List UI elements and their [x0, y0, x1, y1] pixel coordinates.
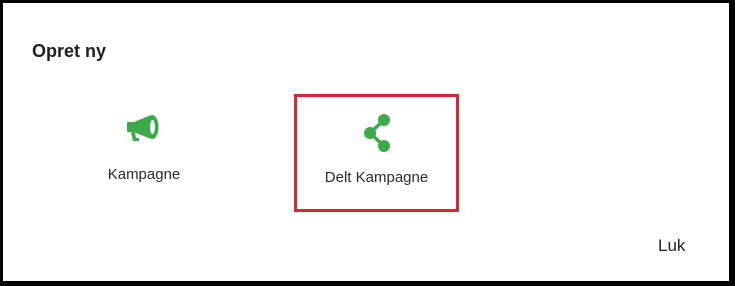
- option-shared-campaign-label: Delt Kampagne: [324, 169, 429, 186]
- dialog-title: Opret ny: [32, 41, 107, 61]
- option-campaign[interactable]: Kampagne: [99, 111, 189, 183]
- close-button[interactable]: Luk: [658, 236, 685, 256]
- create-new-dialog: Opret ny Kampagne Delt Kampagne Luk: [3, 3, 729, 281]
- option-campaign-label: Kampagne: [107, 166, 181, 183]
- share-icon: [363, 114, 390, 152]
- megaphone-icon: [127, 115, 159, 141]
- option-shared-campaign[interactable]: Delt Kampagne: [294, 94, 459, 212]
